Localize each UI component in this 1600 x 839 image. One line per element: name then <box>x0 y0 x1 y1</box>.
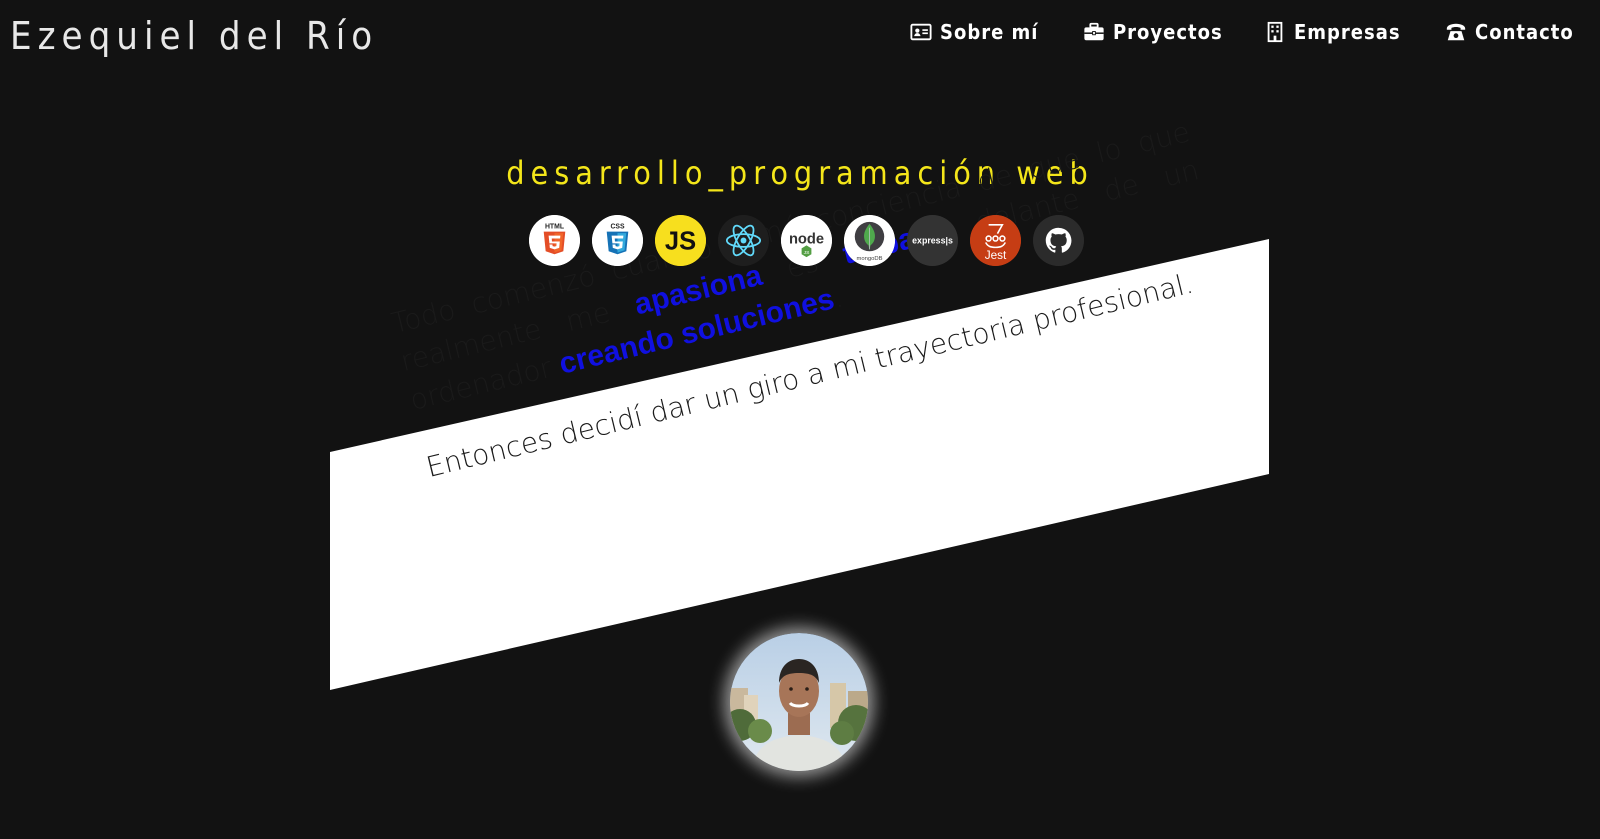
building-icon <box>1267 21 1283 43</box>
nodejs-icon[interactable]: node JS <box>781 215 832 266</box>
hero-subtitle: desarrollo_programación web <box>506 154 1094 192</box>
github-icon[interactable] <box>1033 215 1084 266</box>
nav-item-label: Contacto <box>1475 20 1574 44</box>
svg-text:JS: JS <box>804 250 810 256</box>
main-nav: Sobre mí Proyectos Empresas Contacto <box>840 20 1600 56</box>
briefcase-icon <box>1084 22 1104 41</box>
jest-icon[interactable]: Jest <box>970 215 1021 266</box>
tech-stack: HTML CSS JS node JS mongoDB express|s Je… <box>529 215 1084 266</box>
svg-text:HTML: HTML <box>545 224 564 231</box>
javascript-icon[interactable]: JS <box>655 215 706 266</box>
svg-text:mongoDB: mongoDB <box>856 256 882 262</box>
nav-item-proyectos[interactable]: Proyectos <box>1083 20 1223 44</box>
svg-text:express|s: express|s <box>912 235 953 245</box>
react-icon[interactable] <box>718 215 769 266</box>
svg-text:JS: JS <box>665 227 696 255</box>
nav-item-contacto[interactable]: Contacto <box>1445 20 1574 44</box>
id-card-icon <box>910 23 932 41</box>
telephone-icon <box>1446 23 1466 41</box>
css3-icon[interactable]: CSS <box>592 215 643 266</box>
mongodb-icon[interactable]: mongoDB <box>844 215 895 266</box>
page: Ezequiel del Río Sobre mí Proyectos Empr… <box>0 0 1600 839</box>
nav-item-sobre-mi[interactable]: Sobre mí <box>910 20 1038 44</box>
nav-item-empresas[interactable]: Empresas <box>1264 20 1401 44</box>
nav-item-label: Empresas <box>1294 20 1401 44</box>
nav-item-label: Sobre mí <box>940 20 1039 44</box>
svg-text:CSS: CSS <box>610 224 625 231</box>
express-icon[interactable]: express|s <box>907 215 958 266</box>
svg-text:node: node <box>789 231 824 247</box>
brand-logo[interactable]: Ezequiel del Río <box>10 14 378 58</box>
svg-text:Jest: Jest <box>985 249 1007 262</box>
profile-avatar <box>730 633 868 771</box>
html5-icon[interactable]: HTML <box>529 215 580 266</box>
nav-item-label: Proyectos <box>1113 20 1223 44</box>
